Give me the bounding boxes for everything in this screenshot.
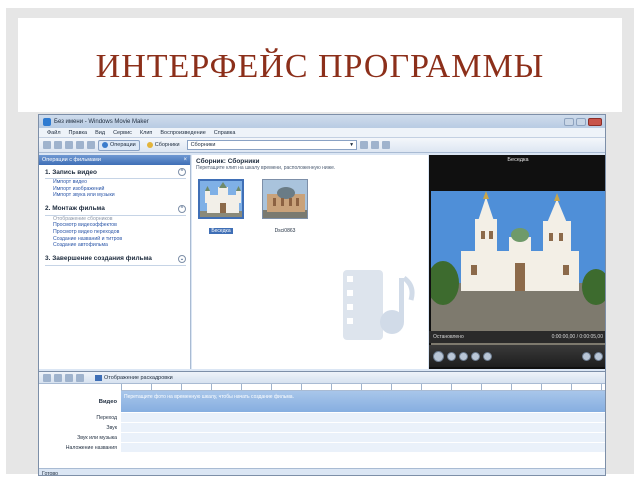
app-icon bbox=[43, 117, 51, 126]
movie-maker-window: Без имени - Windows Movie Maker Файл Пра… bbox=[38, 114, 606, 476]
menu-edit[interactable]: Правка bbox=[69, 130, 88, 136]
menu-bar: Файл Правка Вид Сервис Клип Воспроизведе… bbox=[39, 128, 605, 138]
storyboard-toggle[interactable]: Отображение раскадровки bbox=[95, 374, 173, 381]
save-project-icon[interactable] bbox=[65, 141, 73, 149]
task-section-edit: 2. Монтаж фильма ⌃ Отображение сборников… bbox=[45, 204, 186, 249]
task-link-import-video[interactable]: Импорт видео bbox=[45, 179, 186, 186]
tasks-icon bbox=[102, 142, 108, 148]
task-link-show-collections[interactable]: Отображение сборников bbox=[45, 216, 186, 223]
theatre-thumbnail-image bbox=[262, 179, 308, 219]
track-label-video: Видео bbox=[98, 399, 117, 405]
up-level-icon[interactable] bbox=[359, 141, 368, 149]
collection-select[interactable]: Сборники ▼ bbox=[186, 140, 357, 150]
window-titlebar: Без имени - Windows Movie Maker bbox=[39, 115, 605, 128]
new-collection-icon[interactable] bbox=[370, 141, 379, 149]
preview-status-bar: Остановлено 0:00:00,00 / 0:00:05,00 bbox=[429, 331, 605, 343]
timeline-pane: Отображение раскадровки Видео Переход Зв… bbox=[39, 371, 605, 475]
track-label-audio: Звук bbox=[106, 425, 117, 431]
preview-screen bbox=[431, 191, 605, 351]
task-link-video-transitions[interactable]: Просмотр видео переходов bbox=[45, 229, 186, 236]
track-label-title-overlay: Наложение названия bbox=[65, 445, 117, 451]
zoom-in-icon[interactable] bbox=[43, 373, 51, 382]
stop-icon[interactable] bbox=[447, 351, 456, 361]
minimize-icon[interactable] bbox=[564, 117, 574, 126]
storyboard-icon bbox=[95, 374, 102, 381]
collapse-icon[interactable]: ⌃ bbox=[178, 204, 186, 213]
split-clip-icon[interactable] bbox=[582, 351, 591, 361]
undo-icon[interactable] bbox=[76, 141, 84, 149]
music-track[interactable] bbox=[121, 433, 605, 443]
window-controls bbox=[564, 117, 605, 126]
church-thumbnail-image bbox=[198, 179, 244, 219]
transition-track[interactable] bbox=[121, 413, 605, 423]
clip-caption: Dsci0863 bbox=[274, 228, 296, 234]
playback-status: Остановлено bbox=[433, 334, 464, 340]
slide-title: ИНТЕРФЕЙС ПРОГРАММЫ bbox=[95, 48, 545, 85]
task-link-automovie[interactable]: Создание автофильма bbox=[45, 242, 186, 249]
rewind-timeline-icon[interactable] bbox=[65, 373, 73, 382]
window-title: Без имени - Windows Movie Maker bbox=[54, 118, 149, 125]
next-frame-icon[interactable] bbox=[471, 351, 480, 361]
menu-view[interactable]: Вид bbox=[95, 130, 105, 136]
menu-clip[interactable]: Клип bbox=[140, 130, 152, 136]
expand-icon[interactable]: ⌄ bbox=[178, 254, 186, 263]
new-project-icon[interactable] bbox=[43, 141, 51, 149]
menu-file[interactable]: Файл bbox=[47, 130, 61, 136]
status-bar: Готово bbox=[39, 468, 605, 475]
tasks-button[interactable]: Операции bbox=[98, 139, 140, 151]
clip-thumbnail[interactable]: Беседка bbox=[198, 179, 244, 234]
play-timeline-icon[interactable] bbox=[76, 373, 84, 382]
close-pane-icon[interactable]: × bbox=[183, 157, 187, 163]
task-link-titles[interactable]: Создание названий и титров bbox=[45, 236, 186, 243]
timeline-ruler[interactable] bbox=[121, 384, 605, 391]
collection-hint: Перетащите клип на шкалу времени, распол… bbox=[196, 165, 336, 171]
menu-tools[interactable]: Сервис bbox=[113, 130, 132, 136]
redo-icon[interactable] bbox=[87, 141, 95, 149]
task-link-import-pictures[interactable]: Импорт изображений bbox=[45, 186, 186, 193]
playback-controls bbox=[429, 345, 605, 367]
track-label-music: Звук или музыка bbox=[77, 435, 117, 441]
collection-pane: Сборник: Сборники Перетащите клип на шка… bbox=[192, 155, 428, 369]
preview-title: Беседка bbox=[507, 157, 529, 163]
zoom-out-icon[interactable] bbox=[54, 373, 62, 382]
chevron-down-icon: ▼ bbox=[349, 142, 355, 148]
collections-button[interactable]: Сборники bbox=[143, 140, 184, 151]
timeline-tracks: Перетащите фото на временную шкалу, чтоб… bbox=[121, 391, 605, 453]
video-track[interactable]: Перетащите фото на временную шкалу, чтоб… bbox=[121, 391, 605, 413]
menu-playback[interactable]: Воспроизведение bbox=[160, 130, 205, 136]
preview-monitor: Беседка Остановлено 0:00:00,00 / 0:00:05… bbox=[429, 155, 605, 369]
title-overlay-track[interactable] bbox=[121, 443, 605, 453]
collections-icon bbox=[146, 142, 153, 148]
audio-track[interactable] bbox=[121, 423, 605, 433]
maximize-icon[interactable] bbox=[576, 117, 586, 126]
movie-tasks-pane: Операции с фильмами × 1. Запись видео ⌃ … bbox=[39, 155, 191, 369]
track-labels: Видео Переход Звук Звук или музыка Налож… bbox=[39, 391, 121, 453]
timeline-toolbar: Отображение раскадровки bbox=[39, 372, 605, 384]
clip-thumbnail[interactable]: Dsci0863 bbox=[262, 179, 308, 234]
clip-caption: Беседка bbox=[209, 228, 233, 234]
title-band: ИНТЕРФЕЙС ПРОГРАММЫ bbox=[18, 18, 622, 112]
tasks-header: Операции с фильмами × bbox=[39, 155, 190, 165]
video-track-hint: Перетащите фото на временную шкалу, чтоб… bbox=[124, 394, 294, 400]
main-toolbar: Операции Сборники Сборники ▼ bbox=[39, 138, 605, 153]
task-link-video-effects[interactable]: Просмотр видеоэффектов bbox=[45, 222, 186, 229]
menu-help[interactable]: Справка bbox=[214, 130, 236, 136]
take-picture-icon[interactable] bbox=[594, 351, 603, 361]
playback-time: 0:00:00,00 / 0:00:05,00 bbox=[551, 334, 603, 340]
track-label-transition: Переход bbox=[96, 415, 117, 421]
open-project-icon[interactable] bbox=[54, 141, 62, 149]
task-section-capture: 1. Запись видео ⌃ Импорт видео Импорт из… bbox=[45, 168, 186, 199]
previous-frame-icon[interactable] bbox=[459, 351, 468, 361]
film-music-watermark-icon bbox=[343, 270, 415, 340]
play-icon[interactable] bbox=[433, 350, 444, 362]
close-icon[interactable] bbox=[588, 117, 602, 126]
views-icon[interactable] bbox=[381, 141, 390, 149]
rewind-icon[interactable] bbox=[483, 351, 492, 361]
task-link-import-audio[interactable]: Импорт звука или музыки bbox=[45, 192, 186, 199]
collection-title: Сборник: Сборники bbox=[196, 158, 260, 165]
task-section-finish: 3. Завершение создания фильма ⌄ bbox=[39, 252, 190, 269]
collapse-icon[interactable]: ⌃ bbox=[178, 168, 186, 176]
